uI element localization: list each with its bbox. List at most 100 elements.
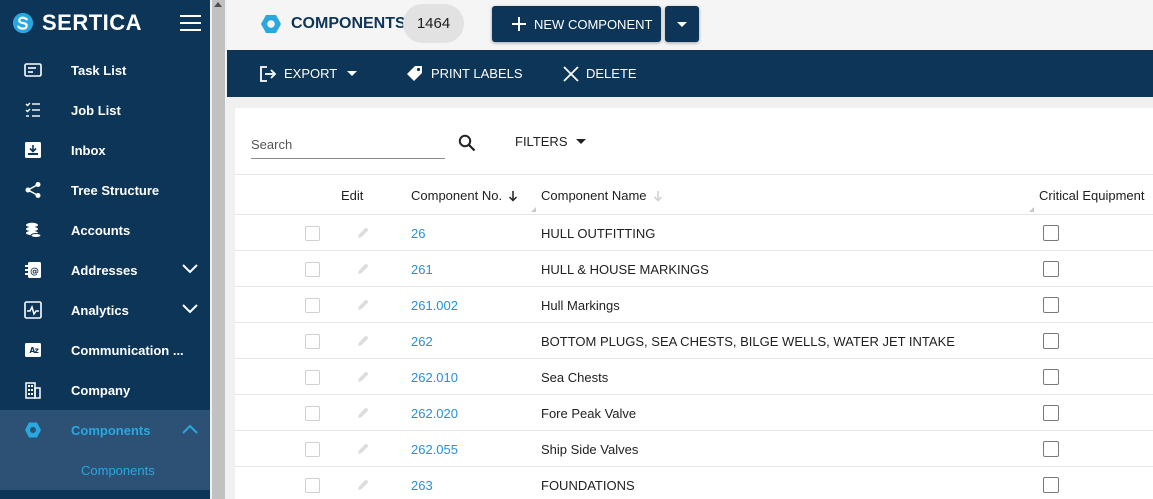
sidebar-item-label: Accounts <box>71 222 131 238</box>
pencil-icon[interactable] <box>355 297 371 313</box>
sidebar-subitem-components[interactable]: Components <box>0 450 210 490</box>
column-header-edit: Edit <box>341 188 364 203</box>
svg-text:z: z <box>35 346 39 355</box>
table-body: 26 HULL OUTFITTING 261 HULL & HOUSE MARK… <box>235 215 1153 499</box>
chevron-down-icon[interactable] <box>182 304 198 314</box>
caret-down-icon <box>575 139 586 144</box>
component-name: BOTTOM PLUGS, SEA CHESTS, BILGE WELLS, W… <box>541 334 955 349</box>
sidebar-item-analytics[interactable]: Analytics <box>0 290 210 330</box>
component-number-link[interactable]: 26 <box>411 226 425 241</box>
sort-descending-icon[interactable] <box>508 190 518 202</box>
pencil-icon[interactable] <box>355 261 371 277</box>
row-select-checkbox[interactable] <box>305 334 320 349</box>
critical-equipment-checkbox[interactable] <box>1043 369 1059 385</box>
row-select-checkbox[interactable] <box>305 442 320 457</box>
table-row[interactable]: 262.010 Sea Chests <box>235 359 1153 395</box>
row-select-checkbox[interactable] <box>305 298 320 313</box>
component-number-link[interactable]: 262 <box>411 334 433 349</box>
column-header-label: Component No. <box>411 188 503 203</box>
critical-equipment-checkbox[interactable] <box>1043 441 1059 457</box>
critical-equipment-checkbox[interactable] <box>1043 477 1059 493</box>
addresses-icon: @ <box>25 262 41 278</box>
delete-button[interactable]: DELETE <box>562 50 637 97</box>
table-row[interactable]: 262 BOTTOM PLUGS, SEA CHESTS, BILGE WELL… <box>235 323 1153 359</box>
component-number-link[interactable]: 262.010 <box>411 370 458 385</box>
pencil-icon[interactable] <box>355 225 371 241</box>
critical-equipment-checkbox[interactable] <box>1043 297 1059 313</box>
sidebar-item-task-list[interactable]: Task List <box>0 50 210 90</box>
chevron-up-icon[interactable] <box>182 424 198 434</box>
table-row[interactable]: 261 HULL & HOUSE MARKINGS <box>235 251 1153 287</box>
component-number-link[interactable]: 261 <box>411 262 433 277</box>
new-component-label: NEW COMPONENT <box>534 17 653 32</box>
row-select-checkbox[interactable] <box>305 406 320 421</box>
sidebar-item-label: Inbox <box>71 142 106 158</box>
brand[interactable]: SERTICA <box>12 9 142 37</box>
sidebar-item-tree-structure[interactable]: Tree Structure <box>0 170 210 210</box>
table-row[interactable]: 263 FOUNDATIONS <box>235 467 1153 499</box>
column-header-component-no[interactable]: Component No. <box>411 188 518 203</box>
component-number-link[interactable]: 261.002 <box>411 298 458 313</box>
pencil-icon[interactable] <box>355 441 371 457</box>
component-name: Sea Chests <box>541 370 609 385</box>
sidebar-item-label: Task List <box>71 62 127 78</box>
sort-indicator-icon[interactable] <box>653 190 663 202</box>
component-number-link[interactable]: 262.055 <box>411 442 458 457</box>
sidebar-item-components[interactable]: Components <box>0 410 210 450</box>
table-row[interactable]: 26 HULL OUTFITTING <box>235 215 1153 251</box>
new-component-dropdown-button[interactable] <box>665 6 699 42</box>
sidebar-item-accounts[interactable]: Accounts <box>0 210 210 250</box>
sidebar-item-label: Job List <box>71 102 121 118</box>
search-field[interactable] <box>251 134 445 159</box>
communication-icon: Az <box>25 343 41 357</box>
export-button[interactable]: EXPORT <box>258 50 358 97</box>
column-header-critical-equipment[interactable]: Critical Equipment <box>1039 188 1145 203</box>
sidebar-item-label: Components <box>71 422 151 438</box>
table-row[interactable]: 262.055 Ship Side Valves <box>235 431 1153 467</box>
sidebar-item-label: Addresses <box>71 262 138 278</box>
scroll-up-arrow-icon[interactable] <box>214 2 222 7</box>
pencil-icon[interactable] <box>355 369 371 385</box>
scrollbar-thumb[interactable] <box>212 0 225 499</box>
row-select-checkbox[interactable] <box>305 478 320 493</box>
print-labels-label: PRINT LABELS <box>431 66 523 81</box>
chevron-down-icon[interactable] <box>182 264 198 274</box>
caret-down-icon <box>347 71 358 76</box>
sidebar-item-company[interactable]: Company <box>0 370 210 410</box>
search-input[interactable] <box>251 134 441 152</box>
filters-button[interactable]: FILTERS <box>515 134 586 149</box>
row-select-checkbox[interactable] <box>305 262 320 277</box>
component-number-link[interactable]: 263 <box>411 478 433 493</box>
component-name: Ship Side Valves <box>541 442 639 457</box>
pencil-icon[interactable] <box>355 405 371 421</box>
row-select-checkbox[interactable] <box>305 226 320 241</box>
column-resize-handle[interactable] <box>1029 207 1034 212</box>
new-component-button[interactable]: NEW COMPONENT <box>492 6 661 42</box>
column-resize-handle[interactable] <box>531 207 536 212</box>
sidebar-subitem-label: Components <box>81 463 155 478</box>
table-row[interactable]: 262.020 Fore Peak Valve <box>235 395 1153 431</box>
sidebar-item-inbox[interactable]: Inbox <box>0 130 210 170</box>
critical-equipment-checkbox[interactable] <box>1043 333 1059 349</box>
print-labels-button[interactable]: PRINT LABELS <box>405 50 523 97</box>
pencil-icon[interactable] <box>355 477 371 493</box>
menu-toggle-icon[interactable] <box>180 15 201 31</box>
sidebar-item-addresses[interactable]: @ Addresses <box>0 250 210 290</box>
component-number-link[interactable]: 262.020 <box>411 406 458 421</box>
table-row[interactable]: 261.002 Hull Markings <box>235 287 1153 323</box>
pencil-icon[interactable] <box>355 333 371 349</box>
row-select-checkbox[interactable] <box>305 370 320 385</box>
task-list-icon <box>24 63 42 77</box>
critical-equipment-checkbox[interactable] <box>1043 225 1059 241</box>
sidebar-scrollbar[interactable] <box>210 0 227 499</box>
critical-equipment-checkbox[interactable] <box>1043 405 1059 421</box>
search-icon[interactable] <box>458 134 476 152</box>
sidebar-item-job-list[interactable]: Job List <box>0 90 210 130</box>
component-name: Hull Markings <box>541 298 620 313</box>
column-header-component-name[interactable]: Component Name <box>541 188 663 203</box>
accounts-icon <box>26 222 42 238</box>
sidebar-item-communication[interactable]: Az Communication ... <box>0 330 210 370</box>
critical-equipment-checkbox[interactable] <box>1043 261 1059 277</box>
filters-label: FILTERS <box>515 134 568 149</box>
export-label: EXPORT <box>284 66 338 81</box>
